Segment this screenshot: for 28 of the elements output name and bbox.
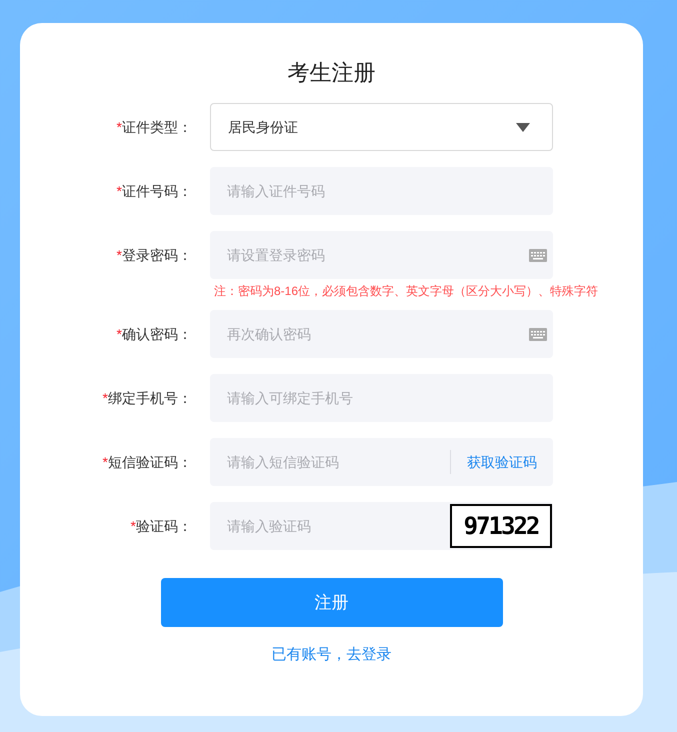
- field-label: 证件号码：: [122, 182, 192, 200]
- dropdown-arrow-icon: [516, 122, 530, 132]
- required-mark: *: [102, 452, 108, 472]
- register-button[interactable]: 注册: [160, 578, 502, 627]
- input-field[interactable]: 请设置登录密码: [210, 231, 553, 279]
- input-field[interactable]: 请输入可绑定手机号: [210, 374, 553, 422]
- required-mark: *: [116, 118, 122, 136]
- field-label: 绑定手机号：: [108, 388, 192, 408]
- captcha-image[interactable]: 971322: [450, 504, 552, 548]
- required-mark: *: [102, 388, 108, 408]
- get-code-link[interactable]: 获取验证码: [467, 452, 537, 472]
- input-field[interactable]: 请输入证件号码: [210, 167, 553, 215]
- field-label: 确认密码：: [122, 324, 192, 344]
- id-type-select[interactable]: 居民身份证: [210, 103, 553, 151]
- input-field[interactable]: 再次确认密码: [210, 310, 553, 358]
- keyboard-icon[interactable]: [529, 328, 547, 340]
- field-label: 验证码：: [136, 516, 192, 536]
- required-mark: *: [116, 324, 122, 344]
- field-label: 短信验证码：: [108, 452, 192, 472]
- keyboard-icon[interactable]: [529, 248, 547, 262]
- required-mark: *: [116, 182, 122, 200]
- form-title: 考生注册: [288, 59, 376, 87]
- required-mark: *: [116, 246, 122, 264]
- login-link[interactable]: 已有账号，去登录: [272, 644, 392, 666]
- field-label: 登录密码：: [122, 246, 192, 264]
- field-label: 证件类型：: [122, 118, 192, 136]
- required-mark: *: [130, 516, 136, 536]
- password-hint: 注：密码为8-16位，必须包含数字、英文字母（区分大小写）、特殊字符: [214, 284, 598, 298]
